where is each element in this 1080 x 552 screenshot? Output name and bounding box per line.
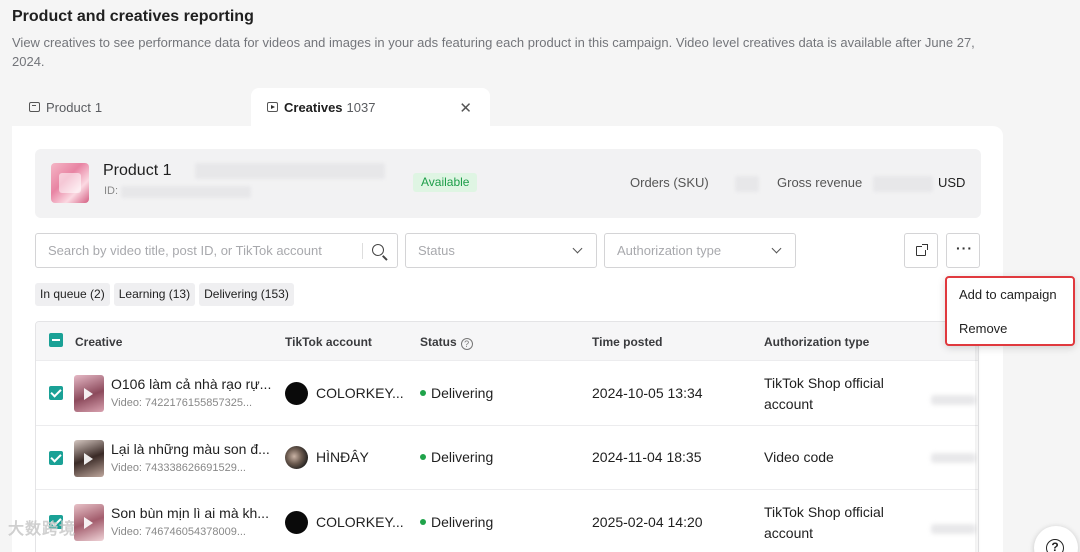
video-thumbnail[interactable] xyxy=(74,440,104,477)
column-time-posted: Time posted xyxy=(592,335,663,349)
authorization-select-placeholder: Authorization type xyxy=(617,243,722,258)
column-tiktok-account: TikTok account xyxy=(285,335,372,349)
video-title[interactable]: O106 làm cả nhà rạo rự... xyxy=(111,376,271,392)
redacted-area xyxy=(735,176,759,192)
status-label: Delivering xyxy=(431,449,494,465)
redacted-area xyxy=(121,186,251,198)
avatar xyxy=(285,382,308,405)
authorization-type-select[interactable]: Authorization type xyxy=(604,233,796,268)
search-box xyxy=(35,233,398,268)
column-authorization-type: Authorization type xyxy=(764,335,870,349)
chip-in-queue[interactable]: In queue (2) xyxy=(35,283,110,306)
help-icon: ? xyxy=(1046,539,1064,552)
more-actions-menu: Add to campaign Remove xyxy=(945,276,1075,346)
video-id: Video: 746746054378009... xyxy=(111,526,246,538)
status: Delivering xyxy=(420,449,493,465)
export-button[interactable] xyxy=(904,233,938,268)
tab-creatives-label: Creatives xyxy=(284,99,343,115)
external-link-icon xyxy=(916,244,928,256)
tab-product[interactable]: Product 1 xyxy=(12,88,242,126)
column-status-label: Status xyxy=(420,335,457,349)
status-label: Delivering xyxy=(431,514,494,530)
status-dot-icon xyxy=(420,390,426,396)
product-thumbnail xyxy=(51,163,89,203)
status-dot-icon xyxy=(420,519,426,525)
authorization-type: TikTok Shop official account xyxy=(764,504,884,541)
authorization-type: Video code xyxy=(764,449,834,465)
status-label: Delivering xyxy=(431,385,494,401)
select-all-checkbox[interactable] xyxy=(49,333,63,347)
time-posted: 2024-11-04 18:35 xyxy=(592,449,702,465)
row-checkbox[interactable] xyxy=(49,386,63,400)
product-name: Product 1 xyxy=(103,162,172,179)
table-row[interactable]: Son bùn mịn lì ai mà kh... Video: 746746… xyxy=(36,489,978,552)
search-input[interactable] xyxy=(36,234,356,267)
column-creative: Creative xyxy=(75,335,123,349)
redacted-area xyxy=(931,395,976,405)
status-select[interactable]: Status xyxy=(405,233,597,268)
box-icon xyxy=(29,102,40,112)
table-row[interactable]: O106 làm cả nhà rạo rự... Video: 7422176… xyxy=(36,360,978,424)
menu-item-remove[interactable]: Remove xyxy=(959,321,1007,336)
play-video-icon xyxy=(267,102,278,112)
product-summary-card: Product 1 ID: Available Orders (SKU) Gro… xyxy=(35,149,981,218)
time-posted: 2024-10-05 13:34 xyxy=(592,385,703,401)
status-dot-icon xyxy=(420,454,426,460)
product-id-label: ID: xyxy=(104,185,119,197)
status: Delivering xyxy=(420,385,493,401)
table-row[interactable]: Lại là những màu son đ... Video: 7433386… xyxy=(36,425,978,489)
chevron-down-icon xyxy=(771,243,782,254)
status-filter-chips: In queue (2) Learning (13) Delivering (1… xyxy=(35,283,294,306)
tab-product-count: 1 xyxy=(94,99,103,115)
page-description: View creatives to see performance data f… xyxy=(12,35,975,69)
tiktok-account[interactable]: COLORKEY... xyxy=(316,514,404,530)
redacted-area xyxy=(931,453,976,463)
video-id: Video: 743338626691529... xyxy=(111,462,246,474)
redacted-area xyxy=(931,524,976,534)
table-scroll-shadow xyxy=(975,322,981,552)
page-title: Product and creatives reporting xyxy=(12,8,254,25)
tab-creatives-count: 1037 xyxy=(346,99,376,115)
table-header: Creative TikTok account Status? Time pos… xyxy=(36,322,978,360)
video-thumbnail[interactable] xyxy=(74,375,104,412)
chip-delivering[interactable]: Delivering (153) xyxy=(199,283,294,306)
chip-learning[interactable]: Learning (13) xyxy=(113,283,196,306)
row-checkbox[interactable] xyxy=(49,451,63,465)
time-posted: 2025-02-04 14:20 xyxy=(592,514,703,530)
tab-product-label: Product xyxy=(46,99,91,115)
tab-creatives[interactable]: Creatives 1037 ✕ xyxy=(251,88,490,126)
redacted-area xyxy=(873,176,933,192)
video-thumbnail[interactable] xyxy=(74,504,104,541)
divider xyxy=(362,243,363,259)
video-id: Video: 7422176155857325... xyxy=(111,397,253,409)
tiktok-account[interactable]: HÌNĐÂY xyxy=(316,449,369,465)
avatar xyxy=(285,446,308,469)
status: Delivering xyxy=(420,514,493,530)
revenue-label: Gross revenue xyxy=(777,175,863,190)
redacted-area xyxy=(195,163,385,179)
status-badge: Available xyxy=(413,173,478,192)
close-icon[interactable]: ✕ xyxy=(459,99,472,117)
help-button[interactable]: ? xyxy=(1034,526,1078,552)
search-icon[interactable] xyxy=(372,244,384,256)
more-actions-button[interactable]: ··· xyxy=(946,233,980,268)
menu-item-add-to-campaign[interactable]: Add to campaign xyxy=(959,287,1057,302)
avatar xyxy=(285,511,308,534)
orders-label: Orders (SKU) xyxy=(630,175,709,190)
video-title[interactable]: Lại là những màu son đ... xyxy=(111,441,271,457)
more-icon: ··· xyxy=(956,240,973,256)
video-title[interactable]: Son bùn mịn lì ai mà kh... xyxy=(111,505,271,521)
tiktok-account[interactable]: COLORKEY... xyxy=(316,385,404,401)
help-icon[interactable]: ? xyxy=(460,338,473,350)
watermark: 大数跨境 xyxy=(8,521,77,538)
currency-label: USD xyxy=(938,175,966,190)
status-select-placeholder: Status xyxy=(418,243,455,258)
authorization-type: TikTok Shop official account xyxy=(764,375,884,412)
creatives-table: Creative TikTok account Status? Time pos… xyxy=(35,321,979,552)
column-status: Status? xyxy=(420,335,473,350)
chevron-down-icon xyxy=(572,243,583,254)
